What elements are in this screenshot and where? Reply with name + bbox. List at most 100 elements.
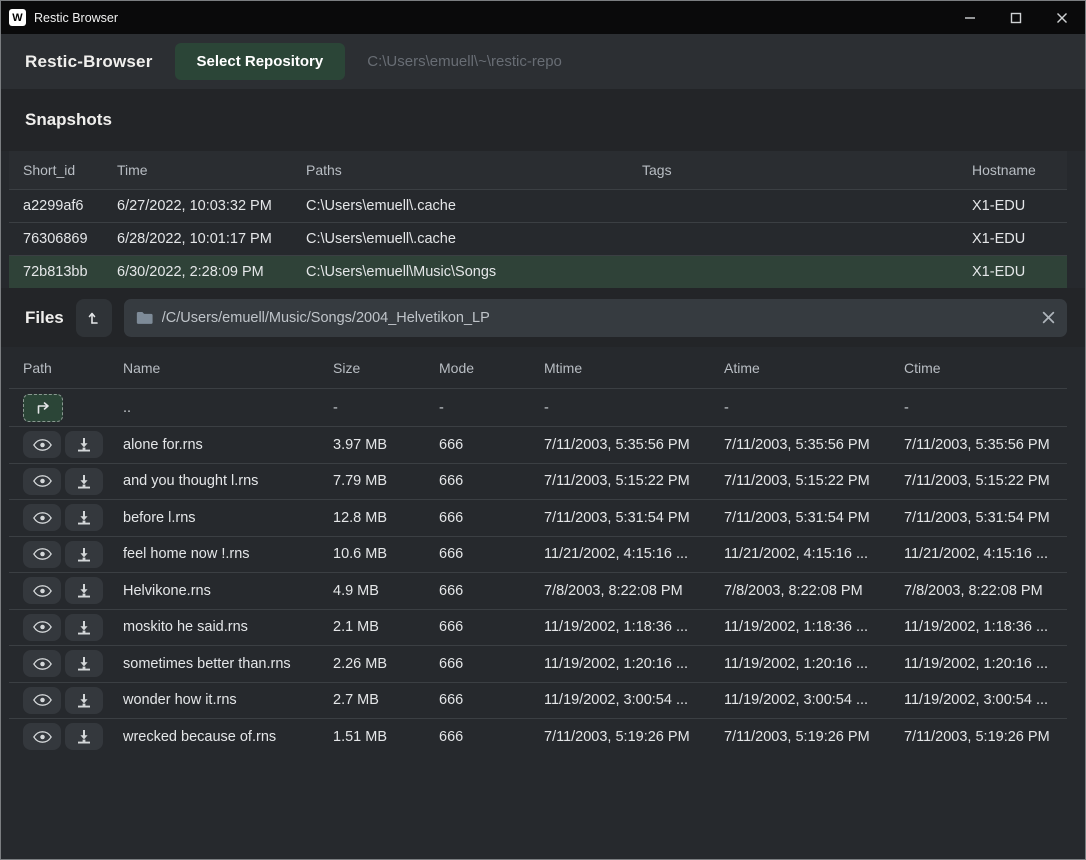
file-size: 4.9 MB (333, 583, 439, 599)
close-button[interactable] (1039, 1, 1085, 34)
snapshot-row[interactable]: a2299af6 6/27/2022, 10:03:32 PM C:\Users… (9, 189, 1067, 222)
eye-icon (33, 730, 52, 744)
minimize-icon (964, 12, 976, 24)
download-icon (76, 547, 92, 562)
file-row: feel home now !.rns 10.6 MB 666 11/21/20… (9, 536, 1067, 573)
clear-path-button[interactable] (1042, 311, 1055, 324)
file-ctime: 7/11/2003, 5:31:54 PM (904, 510, 1067, 526)
file-mtime: 11/19/2002, 1:20:16 ... (544, 656, 724, 672)
column-header-ctime: Ctime (904, 360, 1067, 376)
titlebar: W Restic Browser (1, 1, 1085, 34)
minimize-button[interactable] (947, 1, 993, 34)
file-ctime: 7/11/2003, 5:15:22 PM (904, 473, 1067, 489)
current-path-input[interactable] (162, 310, 1033, 326)
file-mtime: 11/21/2002, 4:15:16 ... (544, 546, 724, 562)
snapshot-short-id: 72b813bb (23, 264, 117, 280)
file-size: 12.8 MB (333, 510, 439, 526)
folder-icon (136, 310, 153, 325)
download-file-button[interactable] (65, 577, 103, 604)
download-file-button[interactable] (65, 468, 103, 495)
file-size: 7.79 MB (333, 473, 439, 489)
parent-row-ctime: - (904, 400, 1067, 416)
column-header-paths: Paths (306, 162, 642, 178)
preview-file-button[interactable] (23, 577, 61, 604)
file-row: wrecked because of.rns 1.51 MB 666 7/11/… (9, 718, 1067, 755)
download-file-button[interactable] (65, 504, 103, 531)
download-icon (76, 656, 92, 671)
maximize-button[interactable] (993, 1, 1039, 34)
files-section-header: Files (1, 288, 1085, 347)
file-mode: 666 (439, 619, 544, 635)
file-name: before l.rns (123, 510, 333, 526)
column-header-mtime: Mtime (544, 360, 724, 376)
go-up-directory-button[interactable] (23, 394, 63, 422)
window-title: Restic Browser (34, 11, 118, 25)
file-row: wonder how it.rns 2.7 MB 666 11/19/2002,… (9, 682, 1067, 719)
file-mode: 666 (439, 510, 544, 526)
preview-file-button[interactable] (23, 687, 61, 714)
file-name: Helvikone.rns (123, 583, 333, 599)
go-to-root-button[interactable] (76, 299, 112, 337)
download-file-button[interactable] (65, 431, 103, 458)
download-file-button[interactable] (65, 650, 103, 677)
file-row: Helvikone.rns 4.9 MB 666 7/8/2003, 8:22:… (9, 572, 1067, 609)
app-logo-icon: W (9, 9, 26, 26)
download-file-button[interactable] (65, 687, 103, 714)
snapshot-row[interactable]: 76306869 6/28/2022, 10:01:17 PM C:\Users… (9, 222, 1067, 255)
file-row: alone for.rns 3.97 MB 666 7/11/2003, 5:3… (9, 426, 1067, 463)
select-repository-button[interactable]: Select Repository (175, 43, 346, 80)
snapshot-time: 6/30/2022, 2:28:09 PM (117, 264, 306, 280)
files-table-header: Path Name Size Mode Mtime Atime Ctime (9, 347, 1067, 388)
repository-path: C:\Users\emuell\~\restic-repo (367, 53, 562, 70)
file-ctime: 11/21/2002, 4:15:16 ... (904, 546, 1067, 562)
download-file-button[interactable] (65, 541, 103, 568)
file-size: 10.6 MB (333, 546, 439, 562)
preview-file-button[interactable] (23, 431, 61, 458)
download-file-button[interactable] (65, 723, 103, 750)
file-mode: 666 (439, 656, 544, 672)
snapshot-row[interactable]: 72b813bb 6/30/2022, 2:28:09 PM C:\Users\… (9, 255, 1067, 288)
parent-row-name: .. (123, 400, 333, 416)
app-header: Restic-Browser Select Repository C:\User… (1, 34, 1085, 89)
file-row: and you thought l.rns 7.79 MB 666 7/11/2… (9, 463, 1067, 500)
file-ctime: 11/19/2002, 1:20:16 ... (904, 656, 1067, 672)
file-name: and you thought l.rns (123, 473, 333, 489)
file-ctime: 7/11/2003, 5:35:56 PM (904, 437, 1067, 453)
file-name: moskito he said.rns (123, 619, 333, 635)
download-icon (76, 510, 92, 525)
snapshot-time: 6/27/2022, 10:03:32 PM (117, 198, 306, 214)
file-atime: 7/11/2003, 5:15:22 PM (724, 473, 904, 489)
eye-icon (33, 657, 52, 671)
file-mtime: 11/19/2002, 1:18:36 ... (544, 619, 724, 635)
parent-dir-icon (35, 401, 51, 415)
snapshot-paths: C:\Users\emuell\Music\Songs (306, 264, 642, 280)
maximize-icon (1010, 12, 1022, 24)
file-mode: 666 (439, 546, 544, 562)
preview-file-button[interactable] (23, 468, 61, 495)
file-mtime: 7/11/2003, 5:15:22 PM (544, 473, 724, 489)
file-mtime: 7/8/2003, 8:22:08 PM (544, 583, 724, 599)
column-header-tags: Tags (642, 162, 972, 178)
download-file-button[interactable] (65, 614, 103, 641)
preview-file-button[interactable] (23, 723, 61, 750)
file-ctime: 11/19/2002, 3:00:54 ... (904, 692, 1067, 708)
file-size: 3.97 MB (333, 437, 439, 453)
file-ctime: 7/11/2003, 5:19:26 PM (904, 729, 1067, 745)
download-icon (76, 620, 92, 635)
download-icon (76, 583, 92, 598)
files-table-body: alone for.rns 3.97 MB 666 7/11/2003, 5:3… (1, 426, 1085, 755)
file-size: 2.26 MB (333, 656, 439, 672)
preview-file-button[interactable] (23, 650, 61, 677)
download-icon (76, 437, 92, 452)
preview-file-button[interactable] (23, 614, 61, 641)
parent-row-mode: - (439, 400, 544, 416)
eye-icon (33, 693, 52, 707)
file-size: 2.7 MB (333, 692, 439, 708)
column-header-path: Path (23, 360, 123, 376)
file-mtime: 11/19/2002, 3:00:54 ... (544, 692, 724, 708)
snapshot-hostname: X1-EDU (972, 231, 1067, 247)
preview-file-button[interactable] (23, 504, 61, 531)
eye-icon (33, 584, 52, 598)
file-atime: 11/19/2002, 3:00:54 ... (724, 692, 904, 708)
preview-file-button[interactable] (23, 541, 61, 568)
